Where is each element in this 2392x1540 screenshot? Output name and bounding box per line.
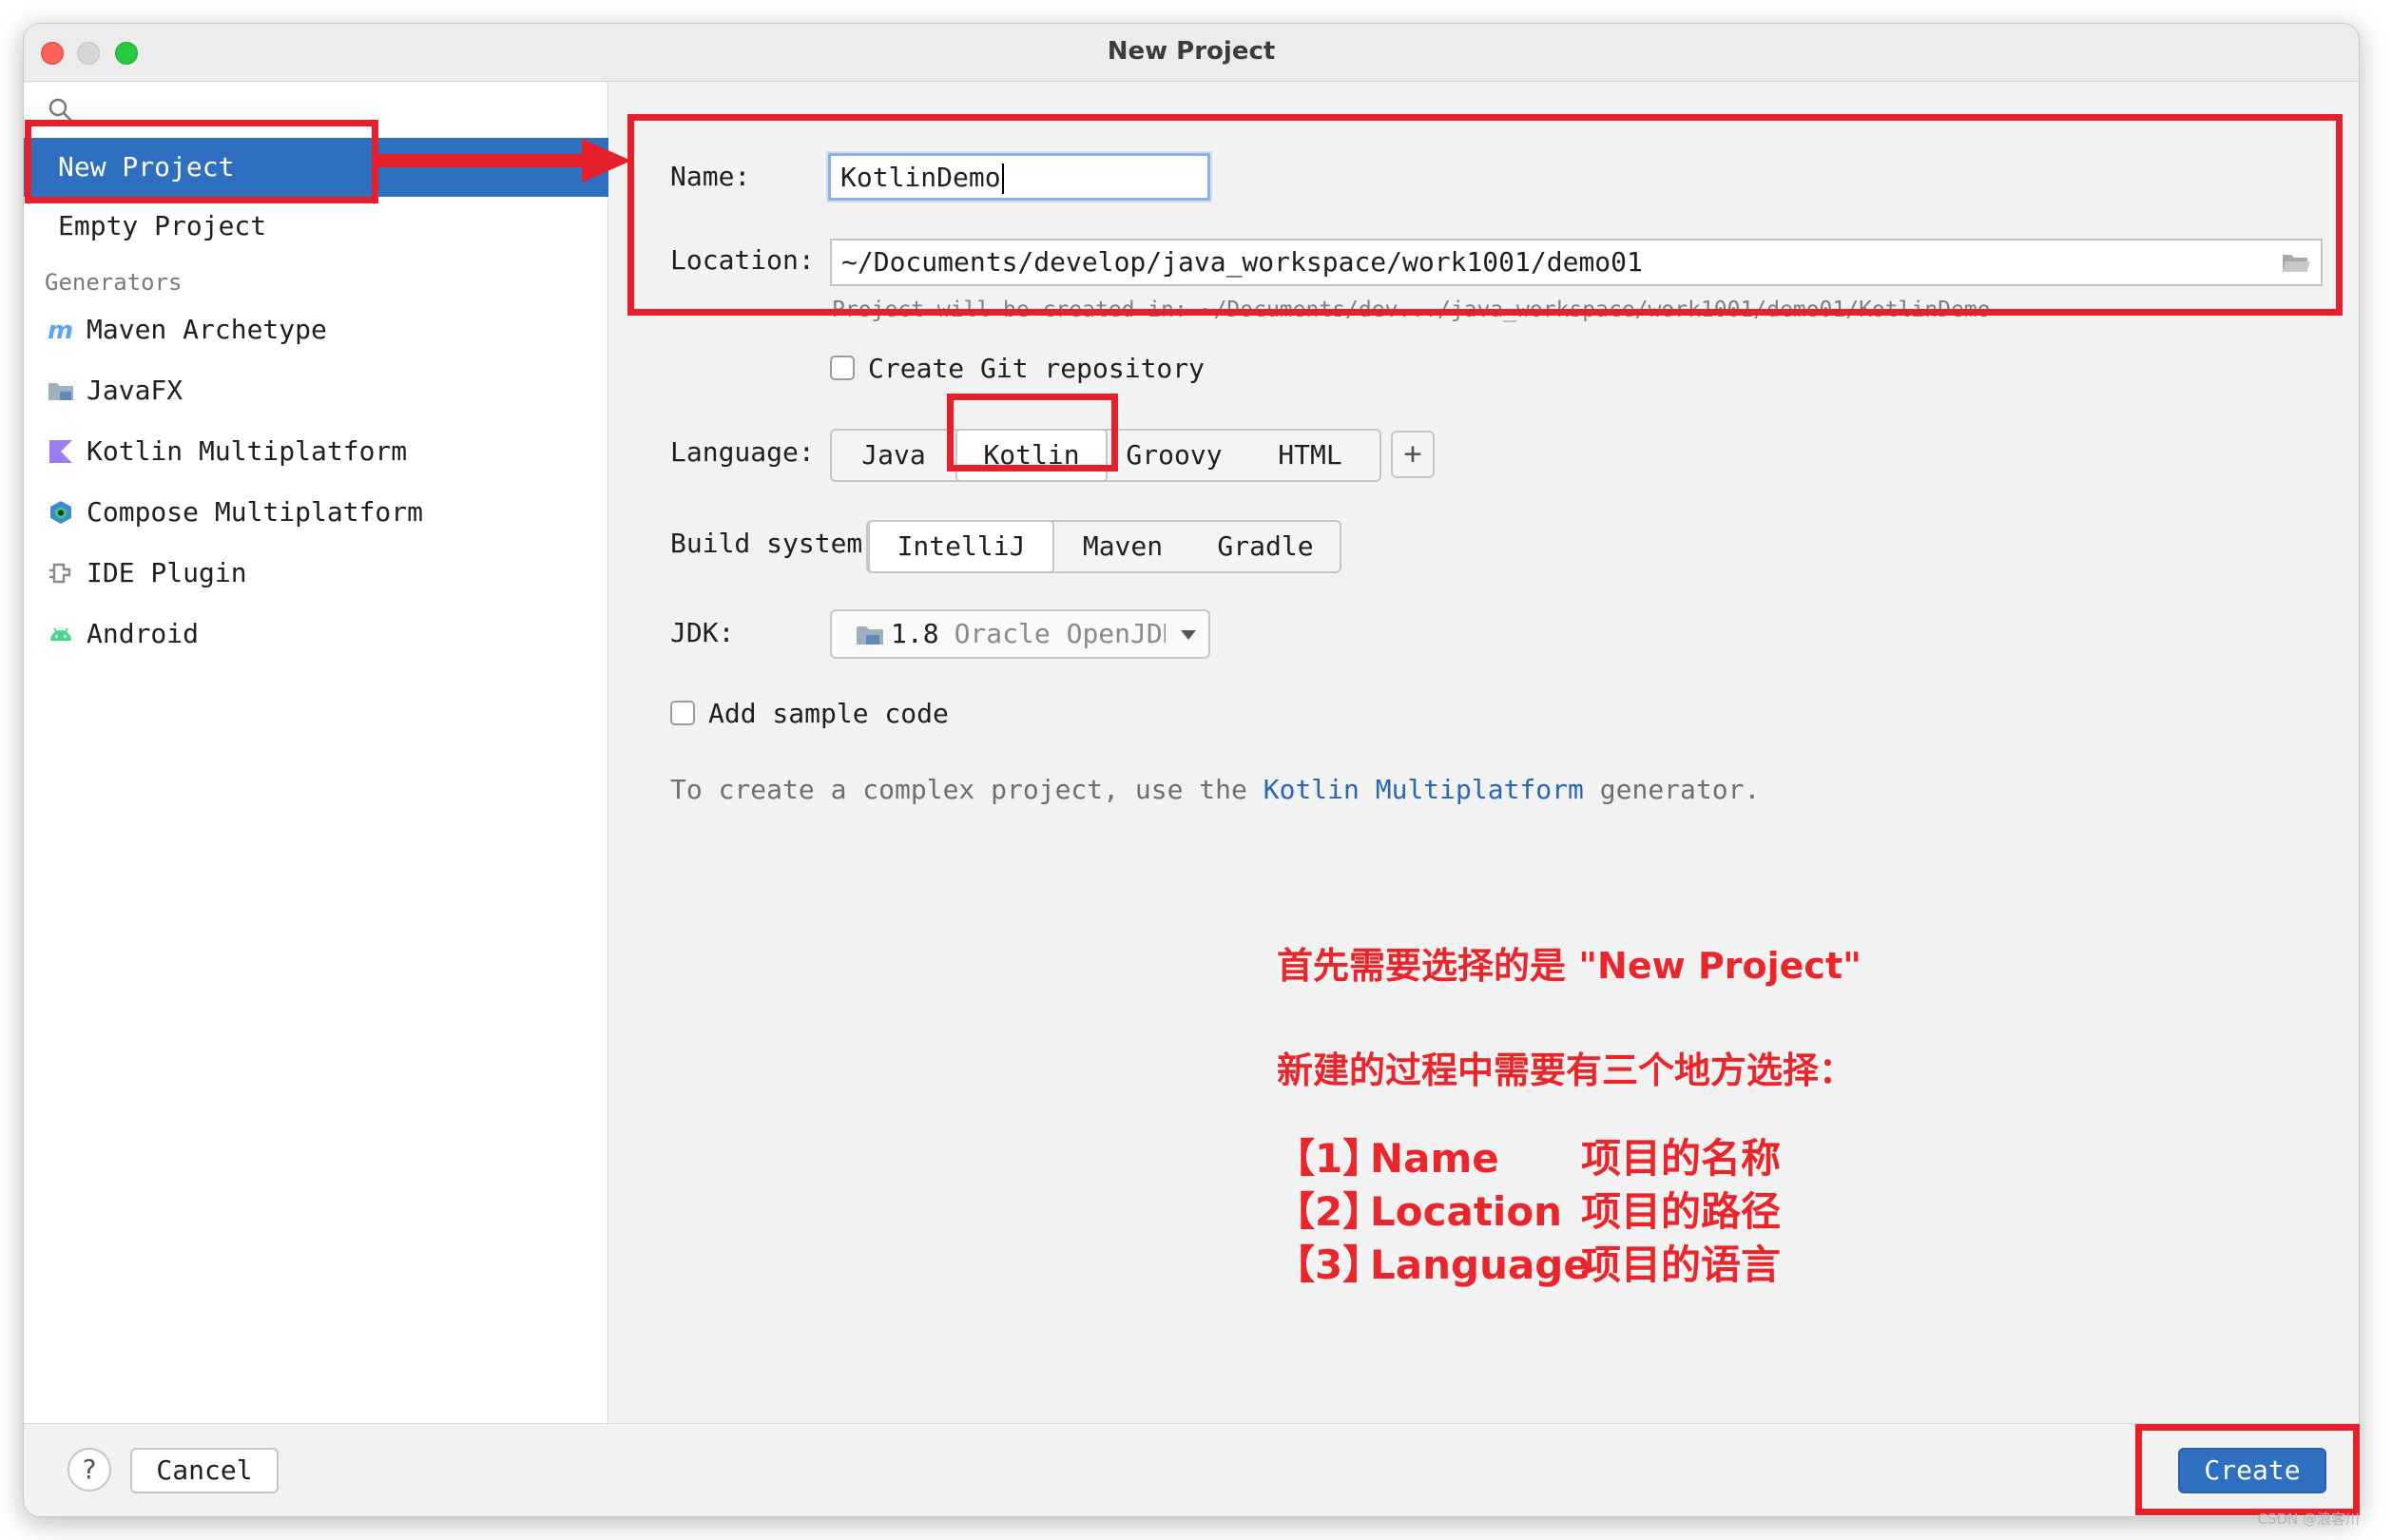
add-sample-code-label: Add sample code xyxy=(708,698,949,729)
annotation-line-1: 首先需要选择的是 "New Project" xyxy=(1277,945,1862,987)
generator-label: Kotlin Multiplatform xyxy=(87,435,408,467)
cancel-button[interactable]: Cancel xyxy=(130,1448,279,1493)
generator-javafx[interactable]: JavaFX xyxy=(47,370,183,412)
language-option-kotlin[interactable]: Kotlin xyxy=(955,429,1108,482)
language-option-html[interactable]: HTML xyxy=(1241,431,1379,480)
generator-label: IDE Plugin xyxy=(87,557,247,588)
language-option-java[interactable]: Java xyxy=(832,431,955,480)
generator-label: JavaFX xyxy=(87,375,183,406)
plugin-icon xyxy=(49,563,71,584)
watermark: CSDN @浪客川 xyxy=(2257,1511,2360,1528)
build-option-intellij[interactable]: IntelliJ xyxy=(868,520,1054,573)
create-button[interactable]: Create xyxy=(2178,1448,2326,1493)
location-label: Location: xyxy=(670,244,815,276)
location-hint: Project will be created in: ~/Documents/… xyxy=(832,298,1991,322)
generator-ide-plugin[interactable]: IDE Plugin xyxy=(47,552,247,594)
annotation-item-1: 【1】Name 项目的名称 xyxy=(1275,1135,1782,1182)
help-button[interactable]: ? xyxy=(68,1448,111,1492)
text-caret xyxy=(1001,164,1004,194)
jdk-dropdown[interactable]: 1.8 Oracle OpenJDK xyxy=(830,609,1210,659)
build-system-label: Build system: xyxy=(670,528,879,559)
kotlin-multiplatform-link[interactable]: Kotlin Multiplatform xyxy=(1264,774,1584,805)
project-settings-panel: Name: KotlinDemo Location: ~/Documents/d… xyxy=(609,83,2359,1423)
create-git-checkbox[interactable] xyxy=(830,356,855,380)
jdk-version: 1.8 xyxy=(891,618,939,649)
add-language-button[interactable]: + xyxy=(1391,431,1435,478)
name-input[interactable]: KotlinDemo xyxy=(826,151,1212,202)
annotation-line-2: 新建的过程中需要有三个地方选择： xyxy=(1277,1049,1856,1091)
name-label: Name: xyxy=(670,161,751,192)
language-label: Language: xyxy=(670,436,815,468)
generator-label: Compose Multiplatform xyxy=(87,496,424,528)
android-icon xyxy=(50,627,71,641)
create-git-label: Create Git repository xyxy=(868,353,1206,384)
add-sample-code-checkbox[interactable] xyxy=(670,701,695,725)
browse-folder-icon[interactable] xyxy=(2281,250,2311,275)
generator-kotlin-multiplatform[interactable]: Kotlin Multiplatform xyxy=(47,431,407,472)
project-type-sidebar: New Project Empty Project Generators m M… xyxy=(24,83,608,1423)
location-input[interactable]: ~/Documents/develop/java_workspace/work1… xyxy=(830,239,2323,286)
generator-label: Android xyxy=(87,618,200,649)
annotation-item-2: 【2】Location 项目的路径 xyxy=(1275,1188,1782,1235)
complex-project-info: To create a complex project, use the Kot… xyxy=(670,774,1761,805)
sidebar-item-new-project[interactable]: New Project xyxy=(24,138,608,197)
generators-header: Generators xyxy=(45,269,183,296)
compose-icon xyxy=(50,501,71,524)
javafx-folder-icon xyxy=(48,383,73,400)
dialog-footer: ? Cancel Create xyxy=(24,1423,2359,1516)
jdk-vendor: Oracle OpenJDK xyxy=(954,618,1166,649)
location-value: ~/Documents/develop/java_workspace/work1… xyxy=(841,246,1643,278)
jdk-folder-icon xyxy=(857,626,883,645)
window-title: New Project xyxy=(1107,37,1276,66)
search-icon[interactable] xyxy=(47,96,75,125)
language-option-groovy[interactable]: Groovy xyxy=(1108,431,1241,480)
annotation-item-3: 【3】Language项目的语言 xyxy=(1275,1242,1782,1288)
name-value: KotlinDemo xyxy=(840,162,1001,193)
jdk-label: JDK: xyxy=(670,617,735,648)
build-system-selector: IntelliJ Maven Gradle xyxy=(866,520,1341,573)
sidebar-item-empty-project[interactable]: Empty Project xyxy=(24,197,608,256)
build-option-gradle[interactable]: Gradle xyxy=(1191,522,1340,571)
generator-android[interactable]: Android xyxy=(47,613,199,655)
kotlin-icon xyxy=(49,440,72,463)
generator-compose-multiplatform[interactable]: Compose Multiplatform xyxy=(47,491,423,533)
generator-label: Maven Archetype xyxy=(87,314,327,345)
generator-maven-archetype[interactable]: m Maven Archetype xyxy=(47,309,327,351)
language-selector: Java Kotlin Groovy HTML xyxy=(830,429,1381,482)
title-bar: New Project xyxy=(24,24,2359,82)
maven-icon: m xyxy=(48,317,73,344)
chevron-down-icon xyxy=(1181,630,1196,640)
new-project-dialog: New Project New Project Empty Project Ge… xyxy=(23,23,2360,1517)
svg-text:m: m xyxy=(48,317,73,344)
build-option-maven[interactable]: Maven xyxy=(1054,522,1191,571)
